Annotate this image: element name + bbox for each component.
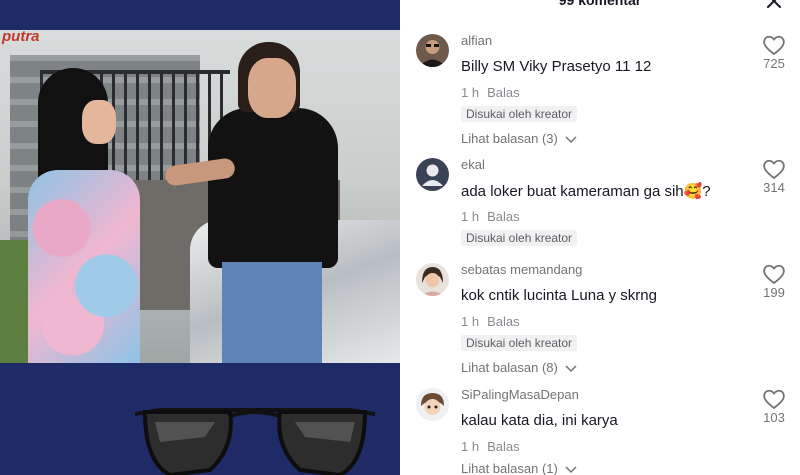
- comment-meta: 1 h Balas: [461, 439, 520, 454]
- close-icon[interactable]: [764, 0, 784, 11]
- like-count: 103: [763, 410, 785, 425]
- like-count: 314: [763, 180, 785, 195]
- chevron-down-icon: [565, 136, 577, 143]
- man-black-shirt: [208, 108, 338, 268]
- comment-text: ada loker buat kameraman ga sih🥰?: [461, 183, 711, 200]
- video-player[interactable]: putra: [0, 0, 400, 475]
- view-replies-label: Lihat balasan (3): [461, 131, 558, 146]
- view-replies-button[interactable]: Lihat balasan (3): [461, 131, 577, 146]
- liked-by-creator-badge: Disukai oleh kreator: [461, 335, 578, 351]
- comment-text: Billy SM Viky Prasetyo 11 12: [461, 58, 652, 75]
- reply-button[interactable]: Balas: [487, 439, 520, 454]
- comment-text: kok cntik lucinta Luna y skrng: [461, 287, 657, 304]
- comment-username[interactable]: alfian: [461, 33, 492, 48]
- user-avatar[interactable]: [416, 34, 449, 67]
- comment-meta: 1 h Balas: [461, 314, 520, 329]
- heart-icon[interactable]: [762, 158, 786, 180]
- liked-by-creator-badge: Disukai oleh kreator: [461, 106, 578, 122]
- reply-button[interactable]: Balas: [487, 85, 520, 100]
- view-replies-label: Lihat balasan (1): [461, 461, 558, 475]
- comment-username[interactable]: sebatas memandang: [461, 262, 582, 277]
- comment-text: kalau kata dia, ini karya: [461, 412, 618, 429]
- comment-username[interactable]: SiPalingMasaDepan: [461, 387, 579, 402]
- heart-icon[interactable]: [762, 263, 786, 285]
- view-replies-button[interactable]: Lihat balasan (8): [461, 360, 577, 375]
- comment-time: 1 h: [461, 439, 480, 454]
- comments-panel: 99 komentar alfian Billy SM Viky Prasety…: [400, 0, 800, 475]
- comment-time: 1 h: [461, 314, 480, 329]
- woman-face: [82, 100, 116, 144]
- like-count: 199: [763, 285, 785, 300]
- man-face: [248, 58, 296, 118]
- liked-by-creator-badge: Disukai oleh kreator: [461, 230, 578, 246]
- reply-button[interactable]: Balas: [487, 314, 520, 329]
- comment-meta: 1 h Balas: [461, 85, 520, 100]
- man-jeans: [222, 262, 322, 363]
- heart-icon[interactable]: [762, 34, 786, 56]
- comment-meta: 1 h Balas: [461, 209, 520, 224]
- video-frame[interactable]: putra: [0, 30, 400, 363]
- comment-time: 1 h: [461, 209, 480, 224]
- chevron-down-icon: [565, 466, 577, 473]
- view-replies-button[interactable]: Lihat balasan (1): [461, 461, 577, 475]
- woman-tie-dye-shirt: [28, 170, 140, 363]
- like-count: 725: [763, 56, 785, 71]
- user-avatar[interactable]: [416, 388, 449, 421]
- reply-button[interactable]: Balas: [487, 209, 520, 224]
- comment-username[interactable]: ekal: [461, 157, 485, 172]
- video-watermark: putra: [2, 30, 40, 45]
- chevron-down-icon: [565, 365, 577, 372]
- user-avatar[interactable]: [416, 158, 449, 191]
- user-avatar[interactable]: [416, 263, 449, 296]
- heart-icon[interactable]: [762, 388, 786, 410]
- comment-time: 1 h: [461, 85, 480, 100]
- sunglasses-graphic: [135, 408, 375, 475]
- view-replies-label: Lihat balasan (8): [461, 360, 558, 375]
- comment-count-title: 99 komentar: [558, 0, 642, 8]
